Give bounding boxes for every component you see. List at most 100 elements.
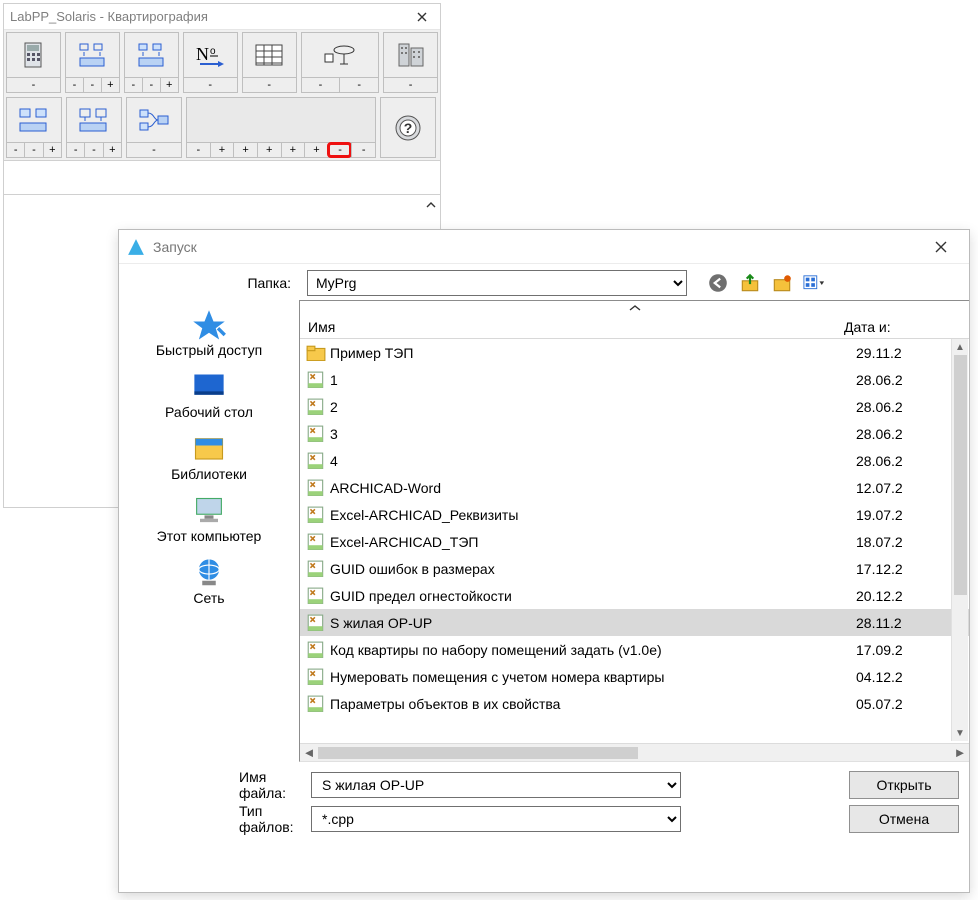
horizontal-scrollbar[interactable]: ◄ ► [300, 743, 969, 761]
place-network[interactable]: Сеть [191, 556, 227, 606]
plus-button[interactable]: + [233, 143, 257, 157]
file-icon [306, 640, 326, 660]
plus-button[interactable]: + [304, 143, 328, 157]
new-folder-icon[interactable] [771, 272, 793, 294]
minus-button[interactable]: - [7, 78, 60, 92]
file-row[interactable]: S жилая OP-UP28.11.2 [300, 609, 969, 636]
file-list-header[interactable]: Имя Дата и: [300, 315, 969, 339]
scroll-up-icon[interactable]: ▲ [952, 339, 968, 355]
dialog-titlebar[interactable]: Запуск [119, 230, 969, 264]
minus-button[interactable]: - [83, 78, 101, 92]
file-row[interactable]: ARCHICAD-Word12.07.2 [300, 474, 969, 501]
minus-button[interactable]: - [184, 78, 237, 92]
labpp-title: LabPP_Solaris - Квартирография [10, 9, 208, 24]
file-row[interactable]: Excel-ARCHICAD_ТЭП18.07.2 [300, 528, 969, 555]
plus-button[interactable]: + [101, 78, 119, 92]
close-icon[interactable] [410, 7, 434, 27]
file-row[interactable]: Нумеровать помещения с учетом номера ква… [300, 663, 969, 690]
file-row[interactable]: Код квартиры по набору помещений задать … [300, 636, 969, 663]
place-libraries[interactable]: Библиотеки [171, 432, 247, 482]
plus-button[interactable]: + [103, 143, 121, 157]
file-row[interactable]: GUID ошибок в размерах17.12.2 [300, 555, 969, 582]
file-row[interactable]: 128.06.2 [300, 366, 969, 393]
table-icon[interactable] [243, 33, 296, 77]
align-grid-icon[interactable] [66, 33, 119, 77]
minus-button[interactable]: - [243, 78, 296, 92]
svg-text:N: N [196, 44, 209, 64]
desktop-icon [191, 370, 227, 402]
file-row[interactable]: Параметры объектов в их свойства05.07.2 [300, 690, 969, 717]
help-icon[interactable]: ? [381, 98, 435, 157]
file-list[interactable]: Пример ТЭП29.11.2128.06.2228.06.2328.06.… [300, 339, 969, 743]
up-folder-icon[interactable] [739, 272, 761, 294]
column-date[interactable]: Дата и: [840, 319, 969, 335]
close-icon[interactable] [921, 234, 961, 260]
libraries-icon [191, 432, 227, 464]
cancel-button[interactable]: Отмена [849, 805, 959, 833]
dialog-folder-row: Папка: MyPrg [119, 264, 969, 300]
place-star[interactable]: Быстрый доступ [156, 308, 262, 358]
column-name[interactable]: Имя [300, 319, 840, 335]
file-name: ARCHICAD-Word [330, 480, 852, 496]
filetype-label: Тип файлов: [129, 803, 301, 835]
minus-button[interactable]: - [24, 143, 42, 157]
plus-button[interactable]: + [210, 143, 234, 157]
building-icon[interactable] [384, 33, 437, 77]
toolbar-cell: - [126, 97, 182, 158]
minus-button[interactable]: - [84, 143, 102, 157]
scroll-thumb[interactable] [954, 355, 967, 595]
plus-button[interactable]: + [160, 78, 178, 92]
plus-button[interactable]: + [281, 143, 305, 157]
file-row[interactable]: 428.06.2 [300, 447, 969, 474]
minus-button[interactable]: - [142, 78, 160, 92]
minus-button[interactable]: - [351, 143, 375, 157]
network-icon [191, 556, 227, 588]
toolbar-cell: - [383, 32, 438, 93]
scroll-down-icon[interactable]: ▼ [952, 725, 968, 741]
file-name: Нумеровать помещения с учетом номера ква… [330, 669, 852, 685]
folder-select[interactable]: MyPrg [307, 270, 687, 296]
minus-button[interactable]: - [187, 143, 210, 157]
minus-button[interactable]: - [125, 78, 142, 92]
calc-icon[interactable] [7, 33, 60, 77]
scroll-up-icon[interactable] [424, 197, 438, 213]
minus-button[interactable]: - [384, 78, 437, 92]
minus-button[interactable]: - [328, 143, 352, 157]
minus-button[interactable]: - [67, 143, 84, 157]
zones-b-icon[interactable] [67, 98, 121, 142]
plus-button[interactable]: + [43, 143, 61, 157]
scroll-right-icon[interactable]: ► [951, 745, 969, 760]
minus-button[interactable]: - [302, 78, 340, 92]
file-row[interactable]: 328.06.2 [300, 420, 969, 447]
place-desktop[interactable]: Рабочий стол [165, 370, 253, 420]
toolbar-cell: - [242, 32, 297, 93]
number-icon[interactable]: No [184, 33, 237, 77]
vertical-scrollbar[interactable]: ▲ ▼ [951, 339, 968, 741]
file-row[interactable]: GUID предел огнестойкости20.12.2 [300, 582, 969, 609]
minus-button[interactable]: - [339, 78, 378, 92]
scroll-thumb[interactable] [318, 747, 638, 759]
minus-button[interactable]: - [7, 143, 24, 157]
view-menu-icon[interactable] [803, 272, 825, 294]
filetype-select[interactable]: *.cpp [311, 806, 681, 832]
labpp-titlebar[interactable]: LabPP_Solaris - Квартирография [4, 4, 440, 30]
filename-input[interactable]: S жилая OP-UP [311, 772, 681, 798]
place-computer[interactable]: Этот компьютер [157, 494, 262, 544]
star-icon [191, 308, 227, 340]
open-button[interactable]: Открыть [849, 771, 959, 799]
align-grid2-icon[interactable] [125, 33, 178, 77]
file-row[interactable]: Excel-ARCHICAD_Реквизиты19.07.2 [300, 501, 969, 528]
minus-button[interactable]: - [127, 143, 181, 157]
file-row[interactable]: Пример ТЭП29.11.2 [300, 339, 969, 366]
scroll-left-icon[interactable]: ◄ [300, 745, 318, 760]
back-icon[interactable] [707, 272, 729, 294]
oval-checkbox-icon[interactable] [302, 33, 378, 77]
chevron-up-icon[interactable] [300, 301, 969, 315]
file-icon [306, 586, 326, 606]
file-row[interactable]: 228.06.2 [300, 393, 969, 420]
zones-a-icon[interactable] [7, 98, 61, 142]
zones-link-icon[interactable] [127, 98, 181, 142]
minus-button[interactable]: - [66, 78, 83, 92]
app-icon [127, 238, 145, 256]
plus-button[interactable]: + [257, 143, 281, 157]
